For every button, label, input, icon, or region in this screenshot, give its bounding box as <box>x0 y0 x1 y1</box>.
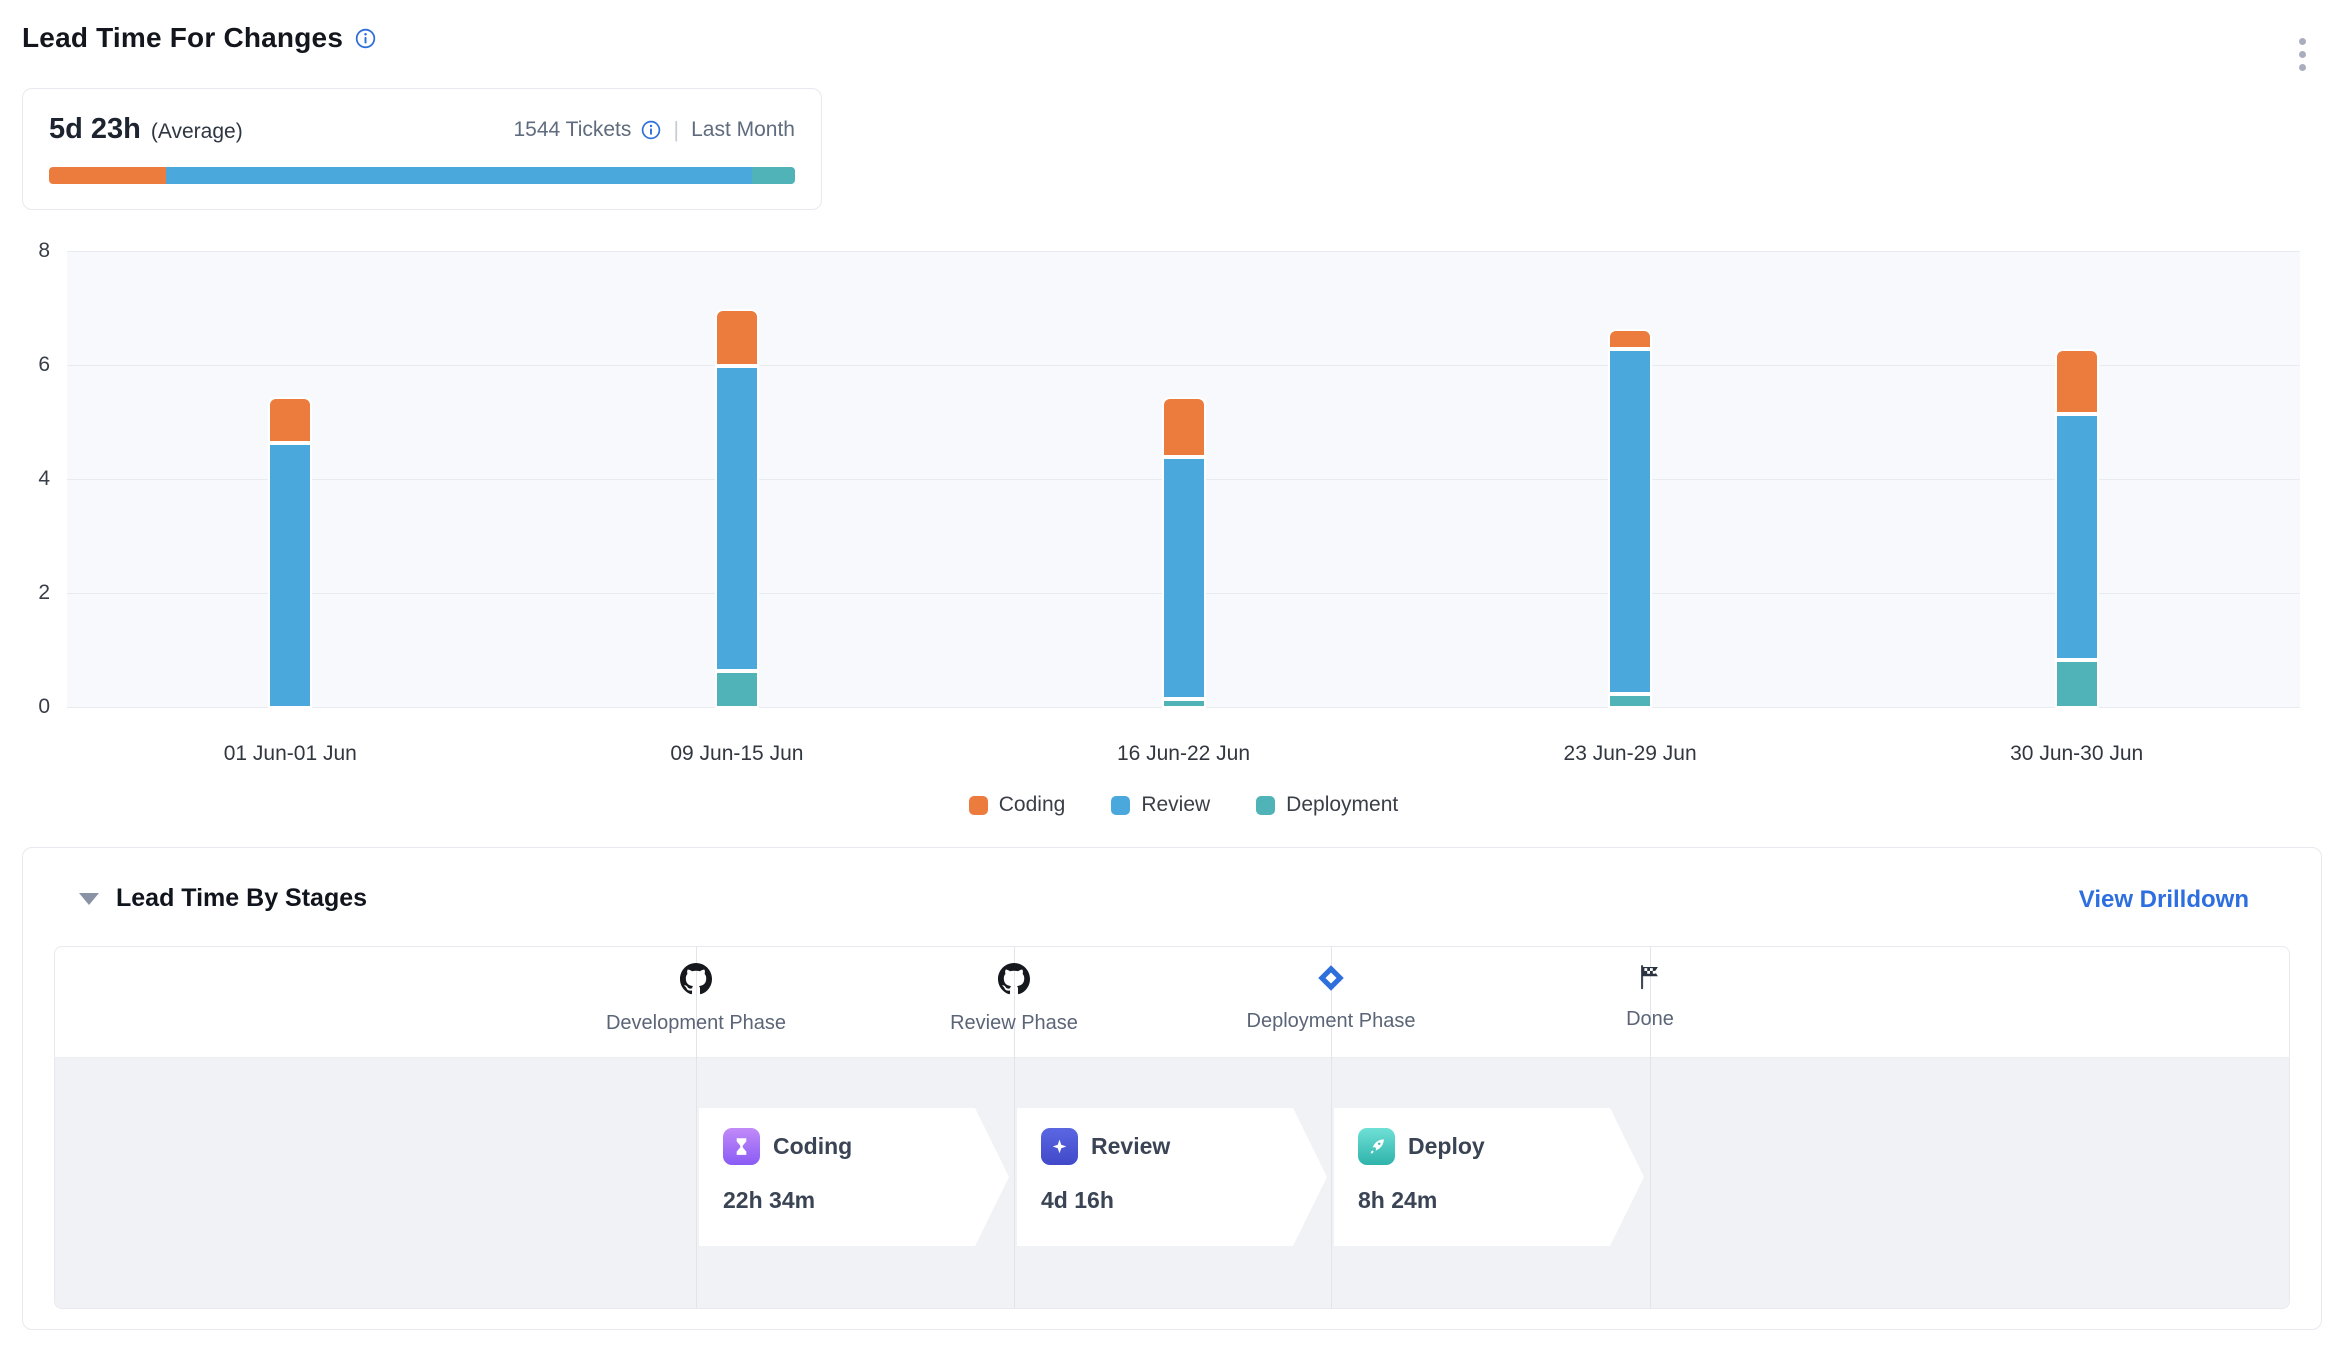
bar-30Jun-30Jun-coding[interactable] <box>2055 349 2099 415</box>
period-label: Last Month <box>691 118 795 142</box>
bar-30Jun-30Jun-deployment[interactable] <box>2055 660 2099 708</box>
tickets-count: 1544 Tickets <box>513 118 631 142</box>
gridline-y6 <box>67 365 2300 366</box>
summary-bar-segment-review <box>166 167 752 184</box>
chart-plot-area <box>67 252 2300 708</box>
bar-16Jun-22Jun-coding[interactable] <box>1162 397 1206 457</box>
info-icon[interactable] <box>355 28 376 49</box>
github-icon <box>998 963 1030 1000</box>
bar-09Jun-15Jun-coding[interactable] <box>715 309 759 366</box>
tickets-info-icon[interactable] <box>641 120 661 140</box>
legend-swatch-icon <box>969 796 988 815</box>
stage-title: Coding <box>773 1133 852 1160</box>
deployment-diamond-icon <box>1316 963 1346 998</box>
phase-review: Review Phase <box>864 963 1164 1035</box>
bar-16Jun-22Jun-deployment[interactable] <box>1162 699 1206 708</box>
x-tick-label: 16 Jun-22 Jun <box>1024 742 1344 766</box>
phase-development: Development Phase <box>546 963 846 1035</box>
average-lead-time: 5d 23h <box>49 113 141 146</box>
phase-done: Done <box>1500 963 1800 1031</box>
gridline-y8 <box>67 251 2300 252</box>
bar-23Jun-29Jun-deployment[interactable] <box>1608 694 1652 708</box>
collapse-triangle-icon <box>79 893 99 905</box>
bar-09Jun-15Jun-deployment[interactable] <box>715 671 759 708</box>
bar-23Jun-29Jun-review[interactable] <box>1608 349 1652 694</box>
y-tick-label: 6 <box>6 353 50 377</box>
y-tick-label: 0 <box>6 695 50 719</box>
x-tick-label: 23 Jun-29 Jun <box>1470 742 1790 766</box>
legend-label: Review <box>1141 793 1210 817</box>
phase-deployment: Deployment Phase <box>1181 963 1481 1033</box>
summary-bar-segment-deployment <box>752 167 795 184</box>
bar-01Jun-01Jun-coding[interactable] <box>268 397 312 443</box>
stages-panel-title: Lead Time By Stages <box>116 884 367 913</box>
stage-title: Deploy <box>1408 1133 1485 1160</box>
legend-item-review[interactable]: Review <box>1111 793 1210 817</box>
summary-distribution-bar <box>49 167 795 184</box>
rocket-icon <box>1358 1128 1395 1165</box>
average-label: (Average) <box>151 120 243 144</box>
phase-label: Development Phase <box>606 1012 786 1035</box>
phase-label: Deployment Phase <box>1247 1010 1416 1033</box>
view-drilldown-link[interactable]: View Drilldown <box>2079 886 2249 914</box>
github-icon <box>680 963 712 1000</box>
lead-time-by-stages-panel: Lead Time By Stages View Drilldown Devel… <box>22 847 2322 1330</box>
sparkle-icon <box>1041 1128 1078 1165</box>
summary-bar-segment-coding <box>49 167 166 184</box>
stage-duration: 8h 24m <box>1358 1187 1644 1214</box>
y-tick-label: 2 <box>6 581 50 605</box>
legend-swatch-icon <box>1256 796 1275 815</box>
hourglass-icon <box>723 1128 760 1165</box>
stage-duration: 4d 16h <box>1041 1187 1327 1214</box>
checkered-flag-icon <box>1636 963 1664 996</box>
summary-card: 5d 23h (Average) 1544 Tickets | Last Mon… <box>22 88 822 210</box>
stage-card-deploy[interactable]: Deploy 8h 24m <box>1334 1108 1644 1246</box>
phase-label: Review Phase <box>950 1012 1078 1035</box>
stage-duration: 22h 34m <box>723 1187 1009 1214</box>
y-tick-label: 4 <box>6 467 50 491</box>
page-title: Lead Time For Changes <box>22 22 343 54</box>
stage-card-review[interactable]: Review 4d 16h <box>1017 1108 1327 1246</box>
kebab-menu-icon[interactable] <box>2295 34 2310 75</box>
legend-swatch-icon <box>1111 796 1130 815</box>
stages-collapse-toggle[interactable]: Lead Time By Stages <box>79 884 367 913</box>
y-tick-label: 8 <box>6 239 50 263</box>
chart-legend: Coding Review Deployment <box>67 793 2300 817</box>
stage-title: Review <box>1091 1133 1170 1160</box>
widget-header: Lead Time For Changes <box>22 22 376 54</box>
x-tick-label: 30 Jun-30 Jun <box>1917 742 2237 766</box>
legend-item-coding[interactable]: Coding <box>969 793 1066 817</box>
legend-item-deployment[interactable]: Deployment <box>1256 793 1398 817</box>
stage-card-coding[interactable]: Coding 22h 34m <box>699 1108 1009 1246</box>
bar-09Jun-15Jun-review[interactable] <box>715 366 759 671</box>
stages-table: Development Phase Review Phase Deploymen… <box>54 946 2290 1309</box>
separator: | <box>673 117 679 143</box>
bar-30Jun-30Jun-review[interactable] <box>2055 414 2099 659</box>
bar-01Jun-01Jun-review[interactable] <box>268 443 312 708</box>
legend-label: Coding <box>999 793 1066 817</box>
x-tick-label: 09 Jun-15 Jun <box>577 742 897 766</box>
bar-16Jun-22Jun-review[interactable] <box>1162 457 1206 699</box>
bar-23Jun-29Jun-coding[interactable] <box>1608 329 1652 349</box>
legend-label: Deployment <box>1286 793 1398 817</box>
phase-label: Done <box>1626 1008 1674 1031</box>
x-tick-label: 01 Jun-01 Jun <box>130 742 450 766</box>
